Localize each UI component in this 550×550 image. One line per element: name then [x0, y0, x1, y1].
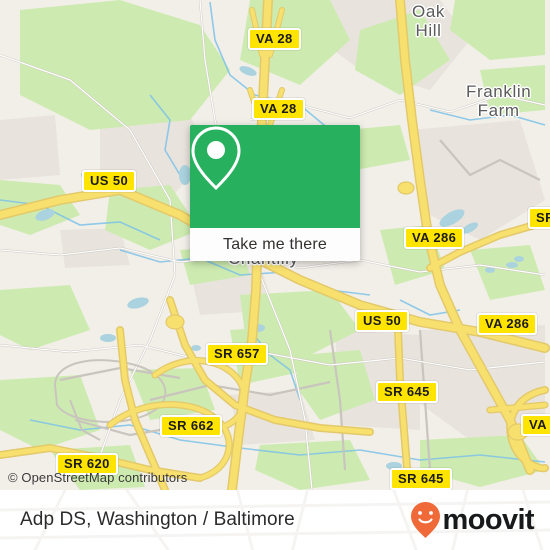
callout-icon-area [190, 125, 360, 228]
shield-sr-645-lower[interactable]: SR 645 [390, 468, 452, 490]
shield-us-50-east[interactable]: US 50 [355, 310, 410, 332]
shield-sr-662[interactable]: SR 662 [160, 415, 222, 437]
callout-action-area[interactable]: Take me there [190, 228, 360, 261]
shield-va-28-southeast[interactable]: VA 28 [521, 414, 550, 436]
shield-va-28-north[interactable]: VA 28 [248, 28, 301, 50]
map-pin-icon [191, 126, 241, 191]
shield-sr-657[interactable]: SR 657 [206, 343, 268, 365]
shield-va-286-lower[interactable]: VA 286 [477, 313, 538, 335]
footer-bar: Adp DS, Washington / Baltimore moovit [0, 490, 550, 550]
callout-action-label: Take me there [223, 235, 327, 253]
place-label-franklin-farm: Franklin Farm [466, 82, 532, 120]
take-me-there-callout[interactable]: Take me there [190, 125, 360, 261]
shield-sr-clipped[interactable]: SR [528, 207, 550, 229]
shield-us-50-west[interactable]: US 50 [82, 170, 137, 192]
place-label-oak-hill: Oak Hill [412, 2, 445, 40]
location-title: Adp DS, Washington / Baltimore [20, 509, 295, 530]
osm-attribution: © OpenStreetMap contributors [8, 470, 188, 485]
shield-sr-645-upper[interactable]: SR 645 [376, 381, 438, 403]
moovit-wordmark: moovit [442, 503, 535, 536]
map-screenshot: © OpenStreetMap contributors Oak Hill Fra… [0, 0, 550, 550]
shield-va-286-upper[interactable]: VA 286 [404, 227, 465, 249]
shield-va-28-mid[interactable]: VA 28 [252, 98, 305, 120]
moovit-pin-icon [410, 502, 440, 538]
moovit-logo[interactable]: moovit [410, 501, 535, 539]
map-canvas[interactable]: © OpenStreetMap contributors Oak Hill Fra… [0, 0, 550, 490]
